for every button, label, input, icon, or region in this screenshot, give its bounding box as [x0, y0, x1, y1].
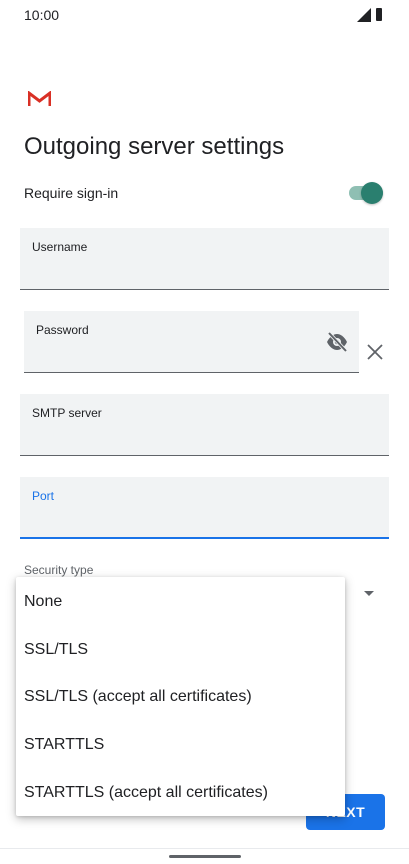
menu-item-none[interactable]: None — [16, 578, 345, 625]
status-time: 10:00 — [24, 7, 60, 23]
username-label: Username — [32, 240, 88, 254]
username-field[interactable]: Username — [20, 228, 389, 290]
nav-divider — [0, 848, 409, 849]
page-title: Outgoing server settings — [24, 133, 285, 160]
port-field[interactable]: Port — [20, 477, 389, 539]
port-label: Port — [32, 489, 55, 503]
menu-item-ssl-tls-accept-all[interactable]: SSL/TLS (accept all certificates) — [16, 673, 345, 720]
smtp-server-label: SMTP server — [32, 406, 102, 420]
password-label: Password — [36, 323, 89, 337]
require-signin-label: Require sign-in — [24, 185, 119, 201]
toggle-thumb — [361, 182, 383, 204]
password-field[interactable]: Password — [24, 311, 359, 373]
security-type-label: Security type — [24, 563, 94, 577]
signal-icon — [357, 8, 371, 22]
close-icon[interactable] — [365, 342, 385, 362]
status-icons — [357, 8, 385, 22]
require-signin-toggle[interactable] — [347, 181, 383, 205]
menu-item-starttls-accept-all[interactable]: STARTTLS (accept all certificates) — [16, 769, 345, 816]
menu-item-ssl-tls[interactable]: SSL/TLS — [16, 626, 345, 673]
gmail-logo — [28, 91, 51, 106]
smtp-server-field[interactable]: SMTP server — [20, 394, 389, 456]
home-indicator[interactable] — [169, 855, 241, 858]
dropdown-arrow-icon[interactable] — [364, 591, 374, 596]
status-bar: 10:00 — [0, 0, 409, 30]
menu-item-starttls[interactable]: STARTTLS — [16, 721, 345, 768]
visibility-off-icon[interactable] — [325, 331, 349, 353]
battery-icon — [376, 8, 382, 21]
security-type-menu: None SSL/TLS SSL/TLS (accept all certifi… — [16, 577, 345, 816]
